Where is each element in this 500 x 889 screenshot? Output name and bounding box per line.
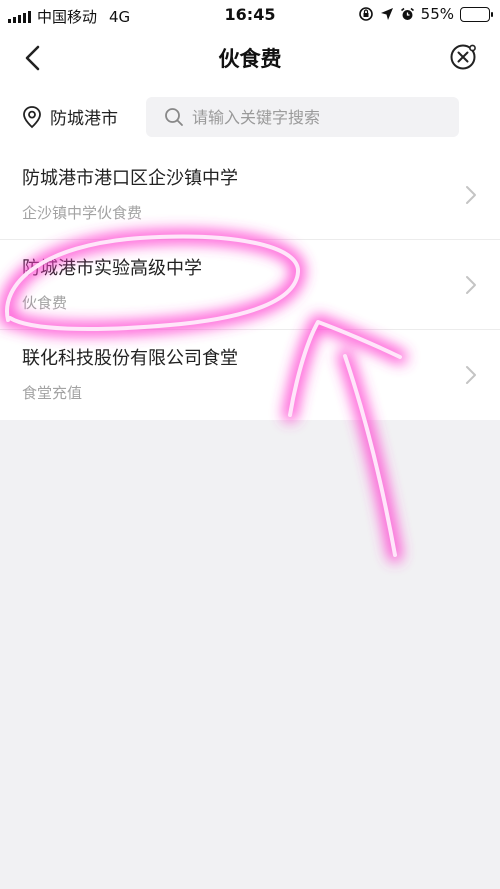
item-subtitle: 企沙镇中学伙食费 [22,204,143,222]
battery-icon [460,6,493,22]
location-label: 防城港市 [50,109,118,129]
status-bar: 中国移动 4G 16:45 55% [0,0,500,30]
alarm-icon [400,7,414,20]
list-item[interactable]: 联化科技股份有限公司食堂 食堂充值 [0,330,500,420]
search-row: 防城港市 [0,86,500,150]
battery-percent: 55% [420,5,454,23]
search-input[interactable] [192,107,452,127]
location-selector[interactable]: 防城港市 [22,104,118,129]
search-icon [165,108,183,126]
item-subtitle: 伙食费 [22,294,68,312]
orientation-lock-icon [358,7,373,21]
location-arrow-icon [380,8,393,20]
screen: 中国移动 4G 16:45 55% 伙食费 防城港市 请输入关键字搜索 防城港市… [0,0,500,889]
chevron-right-icon [466,186,476,204]
item-title: 联化科技股份有限公司食堂 [22,348,238,369]
search-box[interactable] [146,97,459,137]
list-item[interactable]: 防城港市港口区企沙镇中学 企沙镇中学伙食费 [0,150,500,240]
chevron-right-icon [466,276,476,294]
page-title: 伙食费 [218,47,282,71]
nav-bar: 伙食费 [0,30,500,86]
status-right: 55% [358,5,493,23]
list-item[interactable]: 防城港市实验高级中学 伙食费 [0,240,500,330]
merchant-list: 防城港市港口区企沙镇中学 企沙镇中学伙食费 防城港市实验高级中学 伙食费 联化科… [0,150,500,420]
close-circle-icon[interactable] [448,42,478,72]
item-title: 防城港市港口区企沙镇中学 [22,168,238,189]
item-title: 防城港市实验高级中学 [22,258,202,279]
chevron-right-icon [466,366,476,384]
item-subtitle: 食堂充值 [22,384,83,402]
location-pin-icon [23,105,41,128]
